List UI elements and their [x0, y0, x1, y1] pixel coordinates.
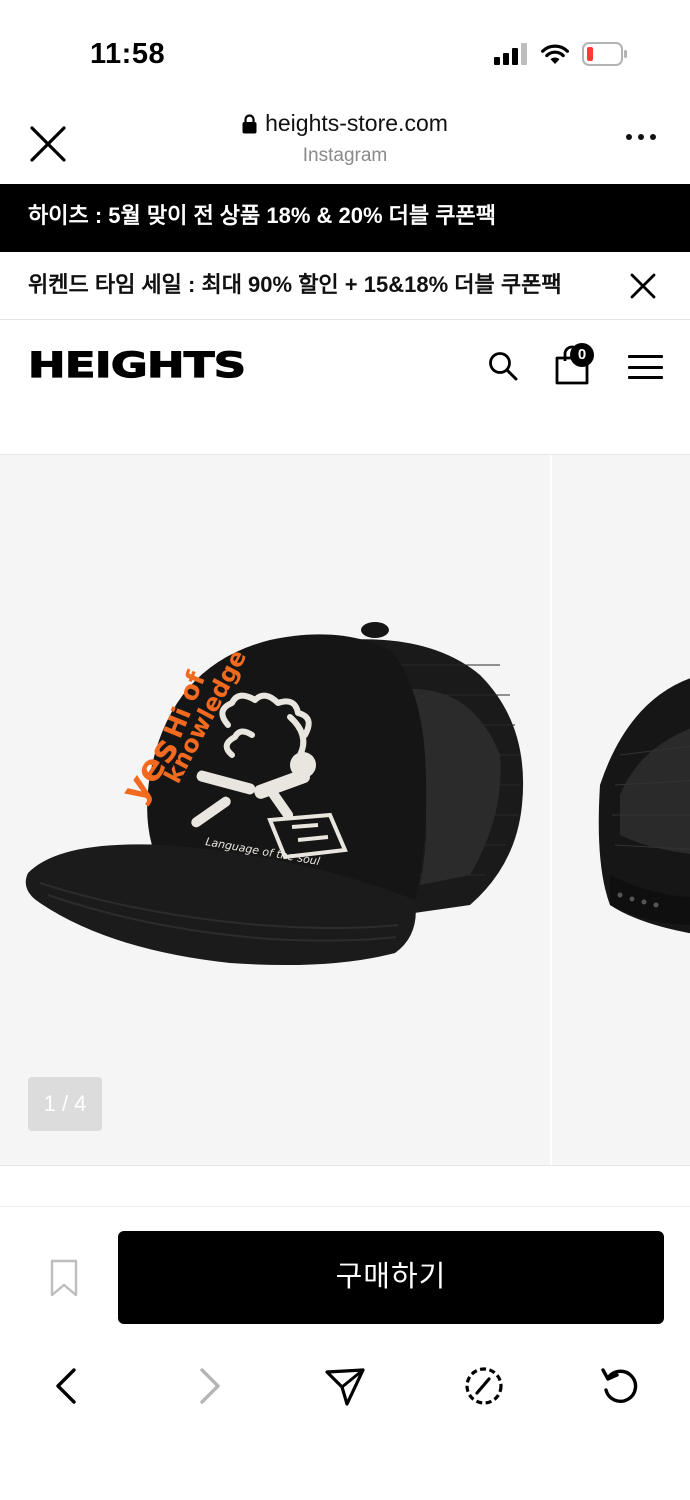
buy-bar: 구매하기 — [0, 1206, 690, 1336]
site-header: HEIGHTS 0 — [0, 321, 690, 411]
bookmark-icon[interactable] — [50, 1259, 78, 1297]
search-icon[interactable] — [488, 351, 518, 381]
promo-banner-primary[interactable]: 하이츠 : 5월 맞이 전 상품 18% & 20% 더블 쿠폰팩 — [0, 184, 690, 252]
promo-banner-secondary-text: 위켄드 타임 세일 : 최대 90% 할인 + 15&18% 더블 쿠폰팩 — [28, 272, 562, 297]
product-gallery[interactable]: Hi of knowledge yes Language of the soul — [0, 454, 690, 1166]
cart-count-badge: 0 — [570, 343, 594, 367]
slide-divider — [550, 455, 552, 1165]
compass-icon[interactable] — [462, 1364, 506, 1408]
lock-icon — [242, 113, 257, 133]
url-text: heights-store.com — [265, 110, 448, 136]
forward-icon[interactable] — [186, 1364, 230, 1408]
url-source: Instagram — [302, 144, 388, 166]
back-icon[interactable] — [46, 1364, 90, 1408]
status-icons — [494, 42, 628, 66]
buy-button[interactable]: 구매하기 — [118, 1231, 664, 1324]
url-area[interactable]: heights-store.com Instagram — [0, 110, 690, 167]
reload-icon[interactable] — [598, 1364, 642, 1408]
wifi-icon — [541, 44, 569, 64]
browser-bar: heights-store.com Instagram — [0, 100, 690, 184]
close-icon[interactable] — [630, 273, 656, 299]
status-time: 11:58 — [90, 38, 166, 70]
menu-icon[interactable] — [628, 355, 663, 379]
product-image-trucker-cap[interactable]: Hi of knowledge yes Language of the soul — [0, 455, 690, 1166]
share-icon[interactable] — [323, 1364, 367, 1408]
more-icon[interactable] — [626, 134, 656, 140]
status-bar: 11:58 — [0, 0, 690, 100]
slide-counter: 1 / 4 — [28, 1077, 102, 1131]
cut-off-text: ― — [122, 405, 180, 413]
promo-banner-secondary[interactable]: 위켄드 타임 세일 : 최대 90% 할인 + 15&18% 더블 쿠폰팩 — [0, 252, 690, 320]
signal-icon — [494, 43, 527, 65]
battery-low-icon — [582, 42, 627, 66]
browser-toolbar — [0, 1336, 690, 1436]
heights-logo[interactable]: HEIGHTS — [27, 346, 247, 385]
